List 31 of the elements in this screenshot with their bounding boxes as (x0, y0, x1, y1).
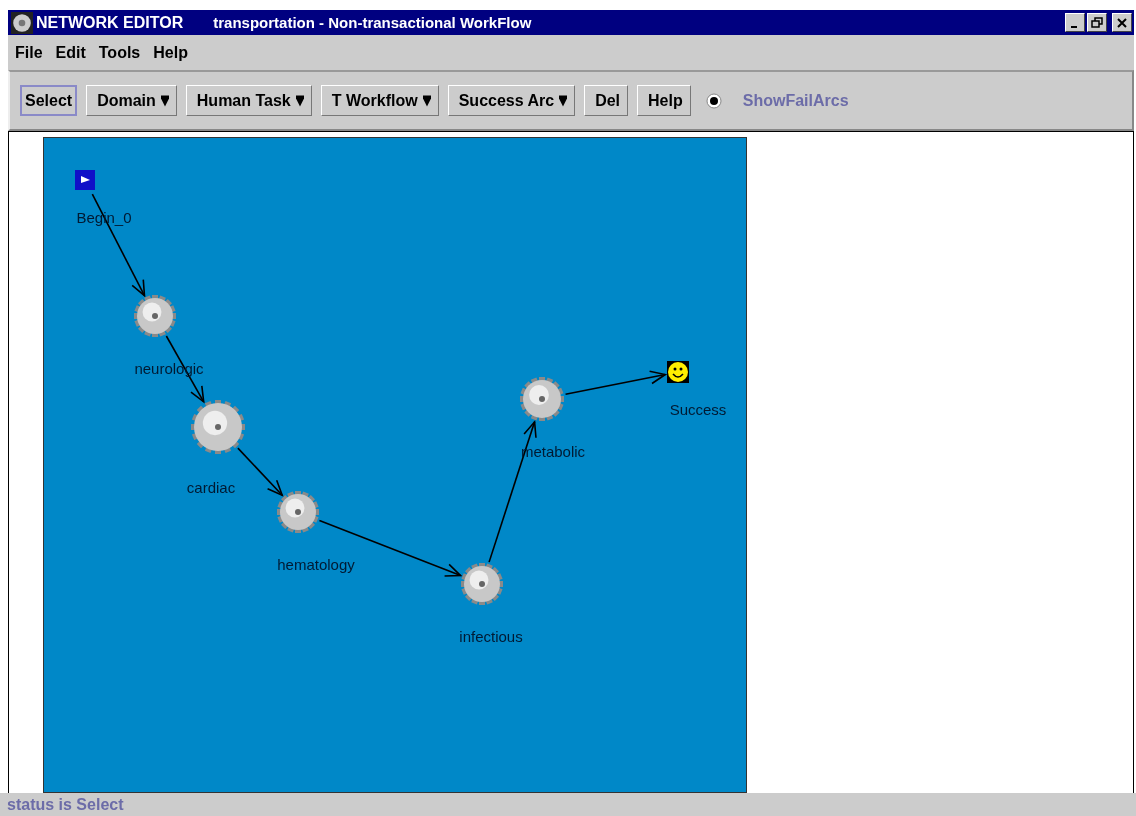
caret-icon (295, 94, 304, 107)
node-label: infectious (459, 628, 523, 646)
node-label: cardiac (186, 479, 236, 497)
smiley-icon[interactable] (667, 361, 689, 383)
restore-button[interactable] (1087, 13, 1107, 32)
dropdown-button[interactable]: T Workflow (320, 85, 439, 116)
menu-item[interactable]: File (15, 43, 43, 62)
window-title: transportation - Non-transactional WorkFlow (213, 14, 532, 31)
radio-button[interactable] (705, 92, 722, 109)
close-icon (1116, 16, 1128, 29)
menu-item[interactable]: Tools (98, 43, 141, 62)
minimize-button[interactable] (1065, 13, 1085, 32)
caret-icon (559, 94, 568, 107)
toolbar-button[interactable]: Select (20, 85, 78, 116)
dropdown-button[interactable]: Success Arc (447, 85, 576, 116)
menu-item[interactable]: Help (153, 43, 188, 62)
dropdown-button[interactable]: Human Task (185, 85, 312, 116)
caret-icon (422, 94, 431, 107)
menu-item[interactable]: Edit (55, 43, 86, 62)
node-label: hematology (277, 556, 355, 574)
app-name: NETWORK EDITOR (36, 13, 184, 32)
node-label: Success (669, 401, 727, 419)
close-button[interactable] (1112, 13, 1132, 32)
caret-icon (160, 94, 169, 107)
minimize-icon (1070, 25, 1077, 28)
status-bar: status is Select (0, 793, 1136, 816)
toolbar-button[interactable]: Del (584, 85, 629, 116)
restore-icon (1091, 16, 1103, 29)
toolbar-button[interactable]: Help (637, 85, 691, 116)
dropdown-button[interactable]: Domain (86, 85, 177, 116)
arc-arrow (237, 447, 284, 497)
